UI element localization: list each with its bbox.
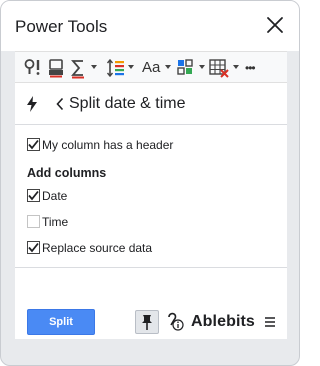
text-case-icon[interactable]: Aa xyxy=(142,57,166,79)
header-option[interactable]: My column has a header xyxy=(27,137,187,155)
sidebar-panel: Aa ••• Split date & time My column has a… xyxy=(15,51,287,339)
more-label: ••• xyxy=(245,61,256,75)
replace-checkbox[interactable] xyxy=(27,241,40,254)
line-spacing-icon[interactable] xyxy=(106,57,126,79)
close-icon[interactable] xyxy=(265,15,285,35)
hamburger-menu-icon[interactable] xyxy=(264,315,276,329)
text-case-dropdown-icon[interactable] xyxy=(165,65,171,69)
date-option[interactable]: Date xyxy=(27,188,107,206)
convert-dropdown-icon[interactable] xyxy=(199,65,205,69)
find-replace-icon[interactable] xyxy=(23,57,43,79)
info-icon[interactable] xyxy=(165,311,185,333)
clear-icon[interactable] xyxy=(209,57,229,79)
time-checkbox-label: Time xyxy=(42,215,69,229)
clear-dropdown-icon[interactable] xyxy=(233,65,239,69)
text-case-label: Aa xyxy=(142,59,161,76)
sum-dropdown-icon[interactable] xyxy=(91,65,97,69)
replace-checkbox-label: Replace source data xyxy=(42,241,153,255)
back-chevron-icon[interactable] xyxy=(55,97,65,111)
lightning-icon[interactable] xyxy=(25,95,39,113)
sum-icon[interactable] xyxy=(70,57,86,79)
divider xyxy=(15,267,287,268)
date-checkbox[interactable] xyxy=(27,189,40,202)
add-columns-heading: Add columns xyxy=(27,166,107,180)
pin-icon[interactable] xyxy=(135,310,159,334)
ablebits-logo: Ablebits xyxy=(191,313,255,330)
header-checkbox[interactable] xyxy=(27,138,40,151)
time-option[interactable]: Time xyxy=(27,214,107,232)
remove-icon[interactable] xyxy=(47,57,65,79)
toolbar: Aa ••• xyxy=(15,51,287,83)
date-checkbox-label: Date xyxy=(42,189,68,203)
split-button[interactable]: Split xyxy=(27,309,95,335)
line-spacing-dropdown-icon[interactable] xyxy=(128,65,134,69)
more-icon[interactable]: ••• xyxy=(245,57,265,79)
time-checkbox[interactable] xyxy=(27,215,40,228)
window-title: Power Tools xyxy=(15,17,108,36)
window-header: Power Tools xyxy=(1,1,299,51)
power-tools-window: Power Tools Aa ••• Split date & time My … xyxy=(0,0,300,366)
convert-icon[interactable] xyxy=(176,57,196,79)
replace-option[interactable]: Replace source data xyxy=(27,240,177,258)
tool-nav-bar: Split date & time xyxy=(15,83,287,125)
header-checkbox-label: My column has a header xyxy=(42,138,174,152)
tool-title: Split date & time xyxy=(69,95,186,112)
